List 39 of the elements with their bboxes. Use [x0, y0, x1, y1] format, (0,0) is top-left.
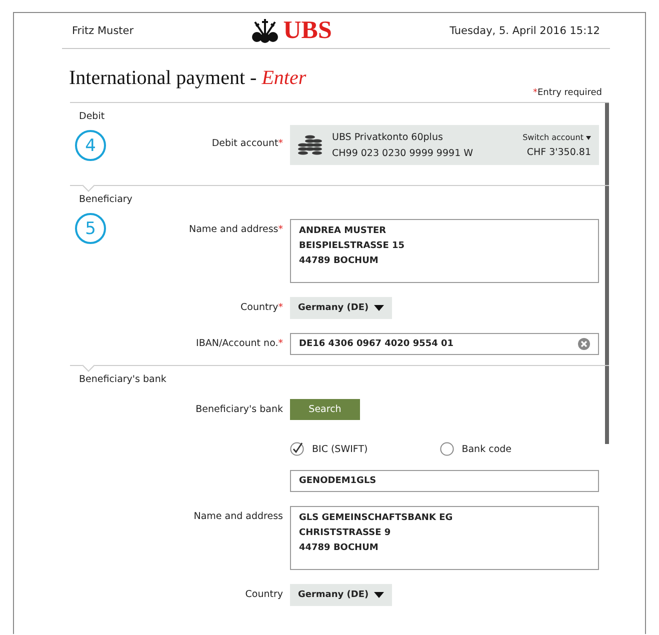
account-name: UBS Privatkonto 60plus	[332, 132, 444, 142]
input-field[interactable]: GENODEM1GLS	[290, 470, 599, 492]
checked-radio-icon[interactable]	[290, 442, 304, 456]
section-title: Beneficiary	[78, 194, 134, 205]
brand-name: UBS	[283, 16, 332, 44]
country-dropdown[interactable]: Germany (DE)	[290, 584, 392, 606]
field-label: IBAN/Account no.*	[196, 338, 283, 349]
step-number: 4	[75, 130, 106, 161]
country-dropdown[interactable]: Germany (DE)	[290, 297, 392, 319]
required-note: *Entry required	[532, 88, 602, 98]
date-time: Tuesday, 5. April 2016 15:12	[450, 24, 600, 36]
clear-icon[interactable]	[578, 338, 590, 350]
page-title: International payment - Enter	[69, 67, 308, 90]
field-label: Beneficiary's bank	[196, 404, 283, 415]
user-name: Fritz Muster	[72, 24, 134, 36]
keys-icon	[251, 18, 280, 44]
switch-account-link[interactable]: Switch account	[522, 132, 591, 142]
radio-icon[interactable]	[440, 442, 454, 456]
section-title: Debit	[78, 111, 106, 122]
search-button[interactable]: Search	[290, 399, 360, 420]
coins-icon	[298, 134, 322, 156]
field-label: Name and address	[194, 511, 283, 522]
section-title: Beneficiary's bank	[78, 374, 168, 385]
address-field[interactable]: GLS GEMEINSCHAFTSBANK EG CHRISTSTRASSE 9 44789 BOCHUM	[290, 506, 599, 570]
account-iban: CH99 023 0230 9999 9991 W	[332, 148, 474, 158]
caret-icon	[586, 136, 591, 140]
radio-label[interactable]: Bank code	[462, 444, 512, 454]
address-field[interactable]: ANDREA MUSTER BEISPIELSTRASSE 15 44789 BOCHUM	[290, 219, 599, 283]
field-label: Country*	[240, 302, 283, 313]
radio-label[interactable]: BIC (SWIFT)	[312, 444, 368, 454]
step-number: 5	[75, 213, 106, 244]
field-label: Country	[245, 589, 283, 600]
account-balance: CHF 3'350.81	[526, 146, 591, 158]
caret-icon	[374, 305, 384, 311]
field-label: Debit account*	[212, 138, 283, 149]
field-label: Name and address*	[188, 224, 283, 235]
input-field[interactable]: DE16 4306 0967 4020 9554 01	[290, 333, 599, 355]
caret-icon	[374, 592, 384, 598]
scrollbar[interactable]	[605, 102, 609, 444]
